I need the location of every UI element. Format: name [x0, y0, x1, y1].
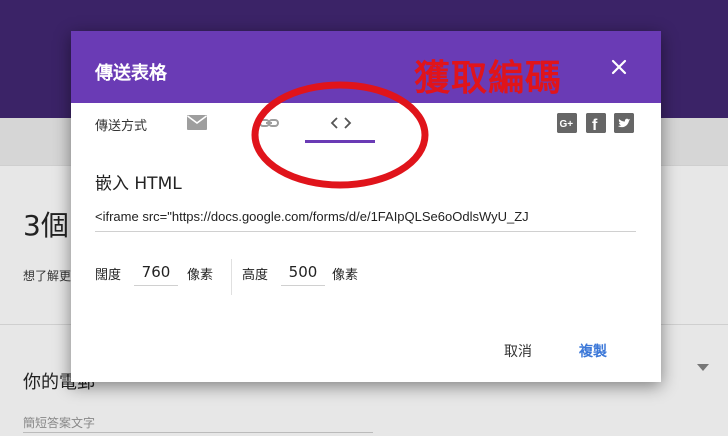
height-label: 高度	[242, 268, 269, 283]
cancel-button[interactable]: 取消	[504, 341, 532, 361]
size-divider	[231, 259, 232, 295]
embed-html-heading: 嵌入 HTML	[95, 174, 182, 194]
svg-text:f: f	[592, 117, 598, 133]
svg-text:G+: G+	[560, 119, 574, 130]
send-form-dialog: 傳送表格 獲取編碼 傳送方式 G+ f 嵌入 HTML <iframe src=…	[71, 31, 661, 382]
form-title: 3個	[23, 209, 69, 242]
dropdown-arrow-icon[interactable]	[697, 364, 709, 371]
height-input[interactable]: 500	[281, 259, 325, 286]
height-unit: 像素	[332, 268, 359, 283]
answer-placeholder: 簡短答案文字	[23, 416, 96, 430]
annotation-text: 獲取編碼	[414, 57, 563, 99]
dialog-header: 傳送表格 獲取編碼	[71, 31, 661, 103]
link-icon[interactable]	[255, 111, 283, 135]
width-label: 闊度	[95, 268, 122, 283]
close-icon[interactable]	[607, 55, 631, 79]
twitter-icon[interactable]	[614, 113, 634, 133]
google-plus-icon[interactable]: G+	[557, 113, 577, 133]
embed-code-icon[interactable]	[327, 111, 355, 135]
copy-button[interactable]: 複製	[579, 341, 607, 361]
facebook-icon[interactable]: f	[586, 113, 606, 134]
width-input[interactable]: 760	[134, 259, 178, 286]
embed-code-field[interactable]: <iframe src="https://docs.google.com/for…	[95, 203, 636, 232]
answer-underline	[23, 432, 373, 433]
mail-icon[interactable]	[183, 111, 211, 135]
form-description: 想了解更	[23, 269, 72, 283]
width-unit: 像素	[187, 268, 214, 283]
embed-panel: 嵌入 HTML <iframe src="https://docs.google…	[71, 143, 661, 382]
send-method-label: 傳送方式	[95, 119, 148, 134]
send-method-tabbar: 傳送方式 G+ f	[71, 103, 661, 144]
dialog-title: 傳送表格	[95, 63, 167, 84]
